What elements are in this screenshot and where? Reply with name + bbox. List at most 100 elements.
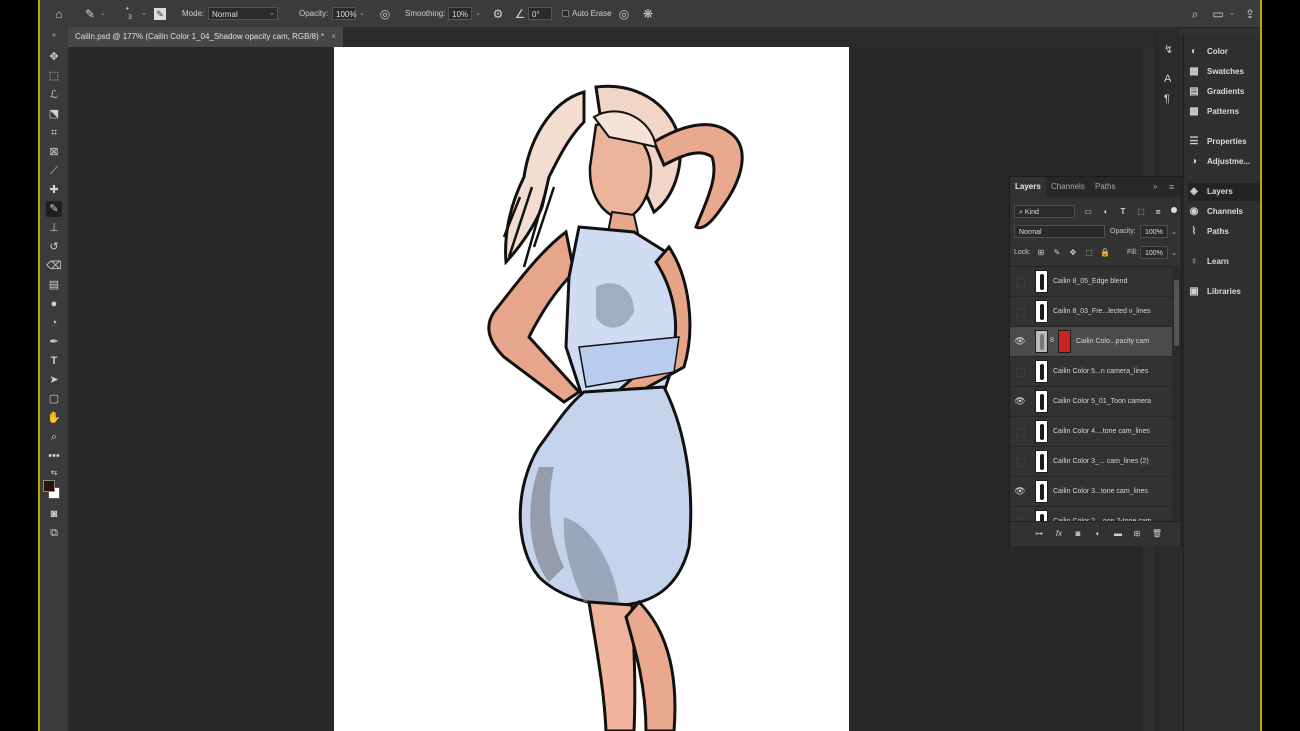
- dock-item-color[interactable]: ◐ Color: [1188, 43, 1260, 61]
- dock-item-layers[interactable]: ◈ Layers: [1188, 183, 1260, 201]
- foreground-color-swatch[interactable]: [43, 480, 55, 492]
- history-brush-tool-icon[interactable]: ↺: [46, 239, 62, 255]
- canvas-area[interactable]: [68, 47, 1143, 731]
- new-layer-icon[interactable]: ⊞: [1131, 528, 1143, 540]
- type-tool-icon[interactable]: T: [46, 353, 62, 369]
- eraser-tool-icon[interactable]: ⌫: [46, 258, 62, 274]
- filter-type-icon[interactable]: T: [1118, 207, 1128, 217]
- layer-row[interactable]: 👁 Cailin Color 5_01_Toon camera: [1010, 387, 1172, 417]
- dock-item-paths[interactable]: ⌇ Paths: [1188, 223, 1260, 241]
- blend-mode-select[interactable]: Normal: [1014, 225, 1105, 238]
- filter-smart-object-icon[interactable]: ⧈: [1153, 207, 1163, 217]
- lasso-tool-icon[interactable]: ℒ: [46, 87, 62, 103]
- layer-row[interactable]: Cailin 8_05_Edge blend: [1010, 267, 1172, 297]
- smoothing-chevron-icon[interactable]: ⌄: [475, 0, 481, 27]
- dock-item-properties[interactable]: ☰ Properties: [1188, 133, 1260, 151]
- frame-tool-icon[interactable]: ⊠: [46, 144, 62, 160]
- opacity-input[interactable]: 100%: [332, 7, 356, 20]
- layers-scroll-thumb[interactable]: [1174, 280, 1179, 346]
- document-tab[interactable]: Cailin.psd @ 177% (Cailin Color 1_04_Sha…: [68, 27, 344, 47]
- filter-kind-select[interactable]: ⌕ Kind: [1014, 205, 1075, 218]
- character-panel-icon[interactable]: A: [1164, 73, 1171, 85]
- lock-artboard-icon[interactable]: ⬚: [1084, 248, 1094, 258]
- move-tool-icon[interactable]: ✥: [46, 49, 62, 65]
- smoothing-gear-icon[interactable]: ⚙: [490, 6, 506, 22]
- mask-link-icon[interactable]: 8: [1050, 337, 1054, 344]
- brush-picker-chevron-icon[interactable]: ⌄: [141, 0, 147, 27]
- history-panel-icon[interactable]: ↯: [1164, 43, 1173, 56]
- gradient-tool-icon[interactable]: ▤: [46, 277, 62, 293]
- tab-channels[interactable]: Channels: [1051, 177, 1085, 197]
- fx-icon[interactable]: fx: [1053, 528, 1065, 540]
- opacity-chevron-icon[interactable]: ⌄: [359, 0, 365, 27]
- dock-item-adjustments[interactable]: ◑ Adjustme...: [1188, 153, 1260, 171]
- smoothing-input[interactable]: 10%: [448, 7, 472, 20]
- filter-pixel-icon[interactable]: ▭: [1083, 207, 1093, 217]
- tab-layers[interactable]: Layers: [1010, 177, 1046, 197]
- filter-toggle-icon[interactable]: [1171, 207, 1177, 213]
- pencil-tool-icon[interactable]: ✎: [82, 6, 98, 22]
- workspace-icon[interactable]: ▭: [1210, 6, 1226, 22]
- share-icon[interactable]: ⇪: [1242, 6, 1258, 22]
- dock-item-channels[interactable]: ◉ Channels: [1188, 203, 1260, 221]
- layer-row-selected[interactable]: 👁 8 Cailin Colo...pacity cam: [1010, 327, 1172, 357]
- eye-icon[interactable]: 👁: [1014, 395, 1026, 407]
- trash-icon[interactable]: 🗑: [1151, 528, 1163, 540]
- lock-transparent-icon[interactable]: ⊞: [1036, 248, 1046, 258]
- more-tools-icon[interactable]: •••: [46, 448, 62, 464]
- workspace-chevron-icon[interactable]: ⌄: [1229, 0, 1235, 27]
- layer-row[interactable]: Cailin Color 4....tone cam_lines: [1010, 417, 1172, 447]
- symmetry-icon[interactable]: ❋: [640, 6, 656, 22]
- layer-row[interactable]: 👁 Cailin Color 3...tone cam_lines: [1010, 477, 1172, 507]
- layer-row[interactable]: Cailin 8_03_Fre...lected v_lines: [1010, 297, 1172, 327]
- mode-select[interactable]: Normal: [208, 7, 278, 20]
- lock-image-icon[interactable]: ✎: [1052, 248, 1062, 258]
- zoom-tool-icon[interactable]: ⌕: [46, 429, 62, 445]
- blur-tool-icon[interactable]: ●: [46, 296, 62, 312]
- new-group-icon[interactable]: ▬: [1112, 528, 1124, 540]
- screen-mode-icon[interactable]: ⧉: [46, 525, 62, 541]
- angle-input[interactable]: 0°: [528, 7, 552, 20]
- collapse-panel-icon[interactable]: »: [1153, 177, 1157, 197]
- adjustment-layer-icon[interactable]: ◐: [1092, 528, 1104, 540]
- clone-stamp-tool-icon[interactable]: ⊥: [46, 220, 62, 236]
- rectangle-tool-icon[interactable]: ▢: [46, 391, 62, 407]
- link-layers-icon[interactable]: ⊶: [1033, 528, 1045, 540]
- dodge-tool-icon[interactable]: ◔: [46, 315, 62, 331]
- pen-tool-icon[interactable]: ✒: [46, 334, 62, 350]
- auto-erase-checkbox[interactable]: [562, 10, 569, 17]
- collapse-toolbar-icon[interactable]: »: [46, 28, 62, 44]
- close-tab-icon[interactable]: ×: [331, 32, 336, 41]
- path-selection-tool-icon[interactable]: ➤: [46, 372, 62, 388]
- dock-item-learn[interactable]: ♀ Learn: [1188, 253, 1260, 271]
- visibility-toggle-off[interactable]: [1016, 368, 1025, 377]
- pressure-size-icon[interactable]: ◎: [616, 6, 632, 22]
- brush-settings-icon[interactable]: ✎: [154, 8, 166, 20]
- layer-opacity-chevron-icon[interactable]: ⌄: [1171, 228, 1177, 236]
- dock-item-libraries[interactable]: ▣ Libraries: [1188, 283, 1260, 301]
- add-mask-icon[interactable]: ◙: [1072, 528, 1084, 540]
- filter-adjustment-icon[interactable]: ◐: [1101, 207, 1111, 217]
- quick-mask-icon[interactable]: ◙: [46, 506, 62, 522]
- layer-row[interactable]: Cailin Color 5...n camera_lines: [1010, 357, 1172, 387]
- visibility-toggle-off[interactable]: [1016, 458, 1025, 467]
- layers-scrollbar[interactable]: [1172, 266, 1181, 521]
- tool-preset-chevron-icon[interactable]: ⌄: [100, 0, 106, 27]
- visibility-toggle-off[interactable]: [1016, 308, 1025, 317]
- marquee-tool-icon[interactable]: ⬚: [46, 68, 62, 84]
- visibility-toggle-off[interactable]: [1016, 428, 1025, 437]
- crop-tool-icon[interactable]: ⌗: [46, 125, 62, 141]
- search-icon[interactable]: ⌕: [1187, 6, 1203, 22]
- tab-paths[interactable]: Paths: [1095, 177, 1115, 197]
- dock-item-swatches[interactable]: ▦ Swatches: [1188, 63, 1260, 81]
- layer-row[interactable]: Cailin Color 2....oon 2-tone cam: [1010, 507, 1172, 522]
- lock-position-icon[interactable]: ✥: [1068, 248, 1078, 258]
- document-canvas[interactable]: [334, 47, 849, 731]
- default-colors-icon[interactable]: ⇆: [46, 465, 62, 481]
- eyedropper-tool-icon[interactable]: ⟋: [46, 163, 62, 179]
- hand-tool-icon[interactable]: ✋: [46, 410, 62, 426]
- fill-chevron-icon[interactable]: ⌄: [1171, 249, 1177, 257]
- object-selection-tool-icon[interactable]: ⬔: [46, 106, 62, 122]
- panel-menu-icon[interactable]: ≡: [1169, 177, 1174, 197]
- paragraph-panel-icon[interactable]: ¶: [1164, 93, 1170, 105]
